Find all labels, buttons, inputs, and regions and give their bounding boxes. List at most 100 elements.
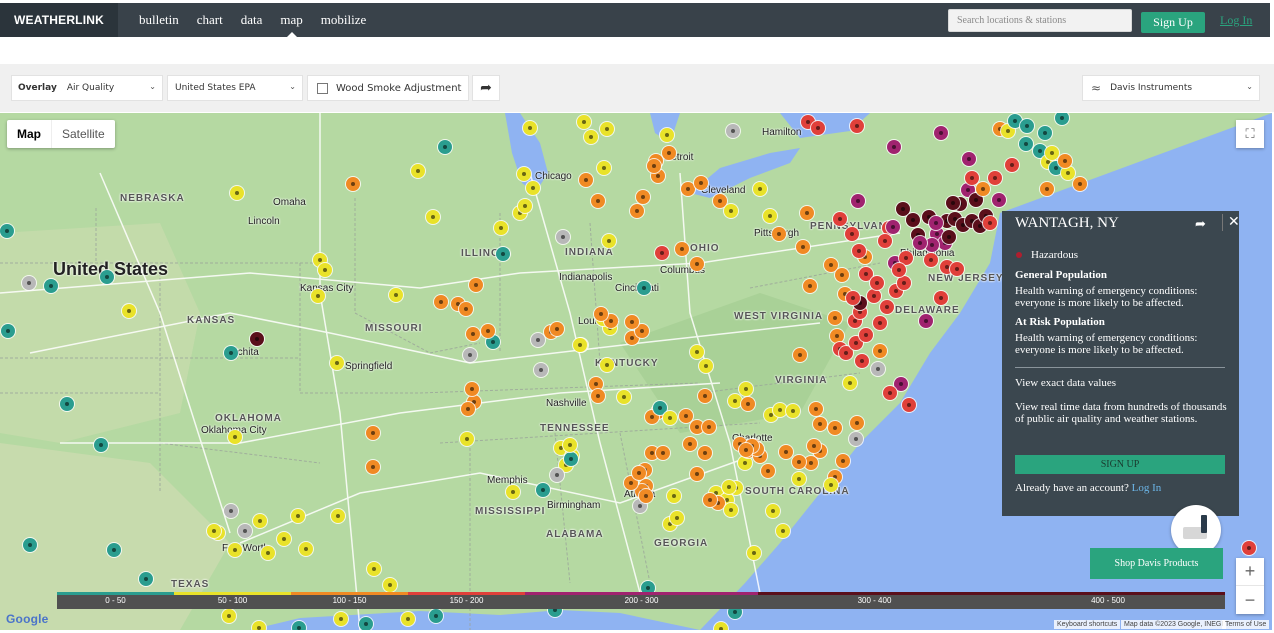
station-marker[interactable] [630,204,644,218]
station-marker[interactable] [965,171,979,185]
station-marker[interactable] [460,432,474,446]
station-marker[interactable] [660,128,674,142]
station-marker[interactable] [656,446,670,460]
station-marker[interactable] [23,538,37,552]
station-marker[interactable] [359,617,373,630]
station-marker[interactable] [466,327,480,341]
station-marker[interactable] [753,182,767,196]
station-marker[interactable] [902,398,916,412]
station-marker[interactable] [261,546,275,560]
network-select[interactable]: ≈ Davis Instruments ⌄ [1082,75,1260,101]
station-marker[interactable] [230,186,244,200]
nav-data[interactable]: data [232,3,272,37]
station-marker[interactable] [690,345,704,359]
station-marker[interactable] [311,289,325,303]
station-marker[interactable] [873,316,887,330]
station-marker[interactable] [924,253,938,267]
station-marker[interactable] [871,362,885,376]
station-marker[interactable] [699,359,713,373]
station-marker[interactable] [556,230,570,244]
keyboard-shortcuts-link[interactable]: Keyboard shortcuts [1054,620,1121,629]
station-marker[interactable] [828,421,842,435]
brand-logo[interactable]: WEATHERLINK [0,3,118,37]
station-marker[interactable] [44,279,58,293]
station-marker[interactable] [523,121,537,135]
station-marker[interactable] [679,409,693,423]
station-marker[interactable] [253,514,267,528]
station-marker[interactable] [698,389,712,403]
station-marker[interactable] [873,344,887,358]
station-marker[interactable] [1,324,15,338]
station-marker[interactable] [564,452,578,466]
station-marker[interactable] [796,240,810,254]
air-quality-map[interactable]: Map Satellite ⛶ United States NEBRASKA K… [0,113,1272,630]
station-marker[interactable] [1045,146,1059,160]
station-marker[interactable] [518,199,532,213]
station-marker[interactable] [670,511,684,525]
station-marker[interactable] [867,289,881,303]
station-marker[interactable] [776,524,790,538]
station-marker[interactable] [434,295,448,309]
station-marker[interactable] [807,439,821,453]
station-marker[interactable] [702,420,716,434]
station-marker[interactable] [845,227,859,241]
station-marker[interactable] [836,454,850,468]
station-marker[interactable] [224,504,238,518]
station-marker[interactable] [22,276,36,290]
fullscreen-icon[interactable]: ⛶ [1236,120,1264,148]
station-marker[interactable] [738,456,752,470]
station-marker[interactable] [534,363,548,377]
station-marker[interactable] [786,404,800,418]
station-marker[interactable] [637,281,651,295]
nav-chart[interactable]: chart [188,3,232,37]
station-marker[interactable] [919,314,933,328]
wood-smoke-toggle[interactable]: Wood Smoke Adjustment [307,75,469,101]
station-marker[interactable] [1005,158,1019,172]
station-marker[interactable] [602,234,616,248]
station-marker[interactable] [761,464,775,478]
station-marker[interactable] [506,485,520,499]
station-marker[interactable] [851,194,865,208]
station-marker[interactable] [426,210,440,224]
station-marker[interactable] [792,472,806,486]
station-marker[interactable] [577,115,591,129]
station-marker[interactable] [724,503,738,517]
station-marker[interactable] [849,432,863,446]
station-marker[interactable] [897,276,911,290]
station-marker[interactable] [772,227,786,241]
station-marker[interactable] [739,443,753,457]
station-marker[interactable] [766,504,780,518]
login-link[interactable]: Log In [1220,13,1252,28]
terms-link[interactable]: Terms of Use [1222,620,1270,629]
station-marker[interactable] [850,119,864,133]
station-marker[interactable] [250,332,264,346]
nav-bulletin[interactable]: bulletin [130,3,188,37]
station-marker[interactable] [1019,137,1033,151]
station-marker[interactable] [463,348,477,362]
standard-select[interactable]: United States EPA ⌄ [167,75,303,101]
station-marker[interactable] [828,311,842,325]
station-marker[interactable] [663,411,677,425]
share-icon[interactable]: ➦ [1195,216,1206,232]
station-marker[interactable] [207,524,221,538]
shop-davis-button[interactable]: Shop Davis Products [1090,548,1223,579]
station-marker[interactable] [238,524,252,538]
station-marker[interactable] [830,329,844,343]
station-marker[interactable] [597,161,611,175]
station-marker[interactable] [852,244,866,258]
station-marker[interactable] [594,307,608,321]
station-marker[interactable] [100,270,114,284]
station-marker[interactable] [855,354,869,368]
station-marker[interactable] [803,279,817,293]
station-marker[interactable] [1038,126,1052,140]
station-marker[interactable] [724,204,738,218]
station-marker[interactable] [1040,182,1054,196]
station-marker[interactable] [880,300,894,314]
signup-button[interactable]: Sign Up [1141,12,1205,33]
station-marker[interactable] [714,622,728,630]
station-marker[interactable] [925,238,939,252]
station-marker[interactable] [1020,119,1034,133]
station-marker[interactable] [683,437,697,451]
station-marker[interactable] [976,182,990,196]
station-marker[interactable] [804,456,818,470]
